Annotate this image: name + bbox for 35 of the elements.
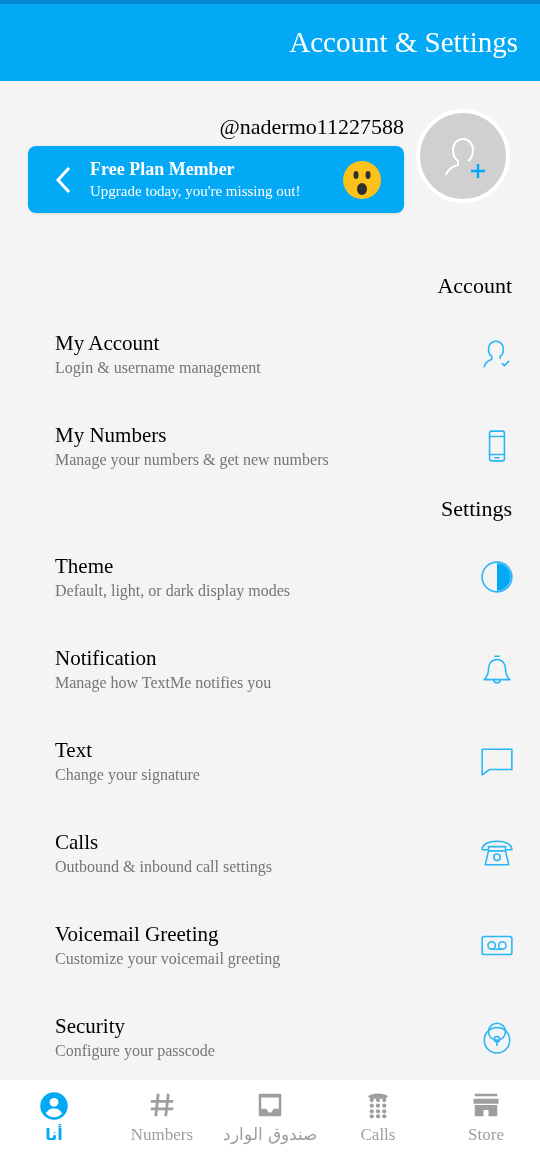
chevron-left-icon	[54, 165, 72, 194]
item-subtitle: Manage your numbers & get new numbers	[55, 449, 330, 471]
settings-item[interactable]: Notification Manage how TextMe notifies you	[0, 623, 540, 715]
item-subtitle: Login & username management	[55, 357, 262, 379]
plan-title: Free Plan Member	[90, 157, 236, 180]
item-title: Theme	[55, 552, 115, 580]
half-circle-icon	[480, 560, 514, 594]
item-subtitle: Default, light, or dark display modes	[55, 580, 292, 602]
item-title: Calls	[55, 828, 100, 856]
item-title: My Account	[55, 329, 161, 357]
item-subtitle: Manage how TextMe notifies you	[55, 672, 273, 694]
item-subtitle: Outbound & inbound call settings	[55, 856, 273, 878]
section-heading: Account	[437, 272, 512, 300]
settings-item[interactable]: Security Configure your passcode	[0, 991, 540, 1080]
username: @nadermo11227588	[219, 113, 404, 141]
item-title: Text	[55, 736, 94, 764]
settings-item[interactable]: My Numbers Manage your numbers & get new numbers	[0, 400, 540, 492]
profile-icon	[39, 1091, 69, 1121]
item-subtitle: Configure your passcode	[55, 1040, 216, 1062]
settings-item[interactable]: Calls Outbound & inbound call settings	[0, 807, 540, 899]
settings-item[interactable]: Voicemail Greeting Customize your voicemail greeting	[0, 899, 540, 991]
settings-item[interactable]: Text Change your signature	[0, 715, 540, 807]
settings-item[interactable]: My Account Login & username management	[0, 308, 540, 400]
header-title: Account & Settings	[289, 24, 518, 60]
surprised-emoji-icon	[342, 159, 382, 200]
item-title: Voicemail Greeting	[55, 920, 220, 948]
bell-icon	[480, 652, 514, 686]
settings-item[interactable]: Theme Default, light, or dark display modes	[0, 531, 540, 623]
item-subtitle: Change your signature	[55, 764, 201, 786]
item-title: Notification	[55, 644, 158, 672]
item-title: Security	[55, 1012, 126, 1040]
section-heading: Settings	[441, 495, 512, 523]
item-subtitle: Customize your voicemail greeting	[55, 948, 282, 970]
item-title: My Numbers	[55, 421, 168, 449]
plan-subtitle: Upgrade today, you're missing out!	[90, 181, 302, 201]
